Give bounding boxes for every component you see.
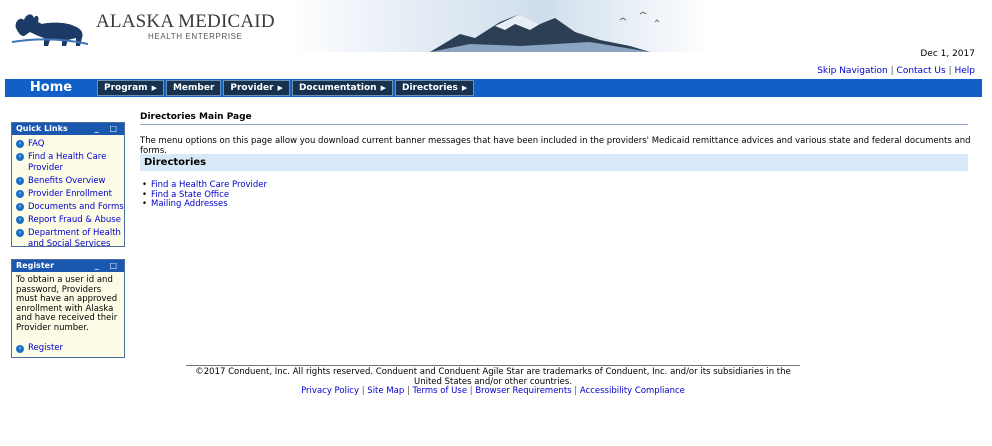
- caret-right-icon: ▶: [277, 84, 283, 92]
- privacy-policy-link[interactable]: Privacy Policy: [301, 386, 359, 396]
- site-map-link[interactable]: Site Map: [367, 386, 404, 396]
- brand-title: ALASKA MEDICAID: [96, 11, 275, 32]
- quick-links-header: Quick Links _ □: [12, 123, 124, 135]
- section-header: Directories: [140, 154, 968, 171]
- list-item: › FAQ: [16, 139, 124, 150]
- nav-documentation-label: Documentation: [298, 83, 377, 93]
- moose-logo-icon: [11, 14, 89, 46]
- register-link-row: › Register: [12, 333, 124, 357]
- list-item: › Provider Enrollment: [16, 189, 124, 200]
- arrow-circle-icon: ›: [16, 216, 24, 224]
- nav-program[interactable]: Program ▶: [97, 80, 164, 96]
- panel-controls-icon[interactable]: _ □: [95, 260, 121, 272]
- quick-link-report-fraud[interactable]: Report Fraud & Abuse: [28, 215, 121, 226]
- nav-directories-label: Directories: [401, 83, 458, 93]
- nav-program-label: Program: [104, 83, 148, 93]
- arrow-circle-icon: ›: [16, 229, 24, 237]
- page-title: Directories Main Page: [140, 112, 252, 122]
- mountains-banner-image: [290, 0, 710, 52]
- register-link[interactable]: Register: [28, 343, 63, 353]
- list-item: › Benefits Overview: [16, 176, 124, 187]
- register-header: Register _ □: [12, 260, 124, 272]
- list-item: › Report Fraud & Abuse: [16, 215, 124, 226]
- quick-link-dhss[interactable]: Department of Health and Social Services: [28, 228, 124, 250]
- terms-of-use-link[interactable]: Terms of Use: [413, 386, 468, 396]
- quick-links-list: › FAQ › Find a Health Care Provider › Benef…: [12, 135, 124, 256]
- list-item: Mailing Addresses: [142, 199, 267, 210]
- arrow-circle-icon: ›: [16, 203, 24, 211]
- help-link[interactable]: Help: [954, 66, 975, 76]
- nav-member[interactable]: Member: [165, 80, 222, 96]
- page-description: The menu options on this page allow you …: [140, 136, 971, 156]
- skip-navigation-link[interactable]: Skip Navigation: [817, 66, 888, 76]
- footer-links: Privacy Policy | Site Map | Terms of Use…: [186, 386, 800, 396]
- nav-provider-label: Provider: [230, 83, 274, 93]
- arrow-circle-icon: ›: [16, 344, 24, 353]
- find-health-care-provider-link[interactable]: Find a Health Care Provider: [151, 180, 267, 190]
- list-item: › Documents and Forms: [16, 202, 124, 213]
- panel-controls-icon[interactable]: _ □: [95, 123, 121, 135]
- nav-provider[interactable]: Provider ▶: [223, 80, 290, 96]
- quick-links-title: Quick Links: [16, 124, 68, 133]
- nav-directories[interactable]: Directories ▶: [394, 80, 475, 96]
- quick-link-provider-enrollment[interactable]: Provider Enrollment: [28, 189, 112, 200]
- nav-menu: Program ▶ Member Provider ▶ Documentation ▶…: [97, 79, 476, 97]
- divider: [140, 124, 968, 125]
- caret-right-icon: ▶: [461, 84, 468, 92]
- caret-right-icon: ▶: [380, 84, 386, 92]
- register-panel: Register _ □ To obtain a user id and pas…: [11, 259, 125, 358]
- contact-us-link[interactable]: Contact Us: [897, 66, 946, 76]
- nav-documentation[interactable]: Documentation ▶: [291, 80, 393, 96]
- footer-copyright: ©2017 Conduent, Inc. All rights reserved…: [195, 367, 791, 387]
- arrow-circle-icon: ›: [16, 190, 24, 198]
- brand-block: ALASKA MEDICAID HEALTH ENTERPRISE: [96, 11, 275, 42]
- register-text: To obtain a user id and password, Provid…: [16, 275, 118, 333]
- footer-divider: [186, 365, 800, 366]
- current-date: Dec 1, 2017: [920, 49, 975, 59]
- arrow-circle-icon: ›: [16, 177, 24, 185]
- find-state-office-link[interactable]: Find a State Office: [151, 190, 229, 200]
- directories-list: Find a Health Care Provider Find a State…: [142, 180, 267, 210]
- accessibility-compliance-link[interactable]: Accessibility Compliance: [580, 386, 685, 396]
- quick-link-find-provider[interactable]: Find a Health Care Provider: [28, 152, 124, 174]
- list-item: › Find a Health Care Provider: [16, 152, 124, 174]
- mailing-addresses-link[interactable]: Mailing Addresses: [151, 199, 228, 209]
- quick-link-faq[interactable]: FAQ: [28, 139, 44, 150]
- caret-right-icon: ▶: [151, 84, 157, 92]
- browser-requirements-link[interactable]: Browser Requirements: [475, 386, 571, 396]
- main-nav-bar: Home Program ▶ Member Provider ▶ Documenta…: [5, 79, 982, 97]
- utility-links: Skip Navigation | Contact Us | Help: [817, 66, 975, 76]
- quick-link-benefits[interactable]: Benefits Overview: [28, 176, 106, 187]
- nav-member-label: Member: [172, 83, 215, 93]
- list-item: › Department of Health and Social Service…: [16, 228, 124, 250]
- arrow-circle-icon: ›: [16, 140, 24, 148]
- brand-subtitle: HEALTH ENTERPRISE: [148, 32, 243, 41]
- arrow-circle-icon: ›: [16, 153, 24, 161]
- nav-home[interactable]: Home: [5, 79, 97, 97]
- header-banner: ALASKA MEDICAID HEALTH ENTERPRISE: [0, 0, 992, 52]
- register-title: Register: [16, 261, 55, 270]
- quick-link-documents[interactable]: Documents and Forms: [28, 202, 124, 213]
- quick-links-panel: Quick Links _ □ › FAQ › Find a Health Care…: [11, 122, 125, 249]
